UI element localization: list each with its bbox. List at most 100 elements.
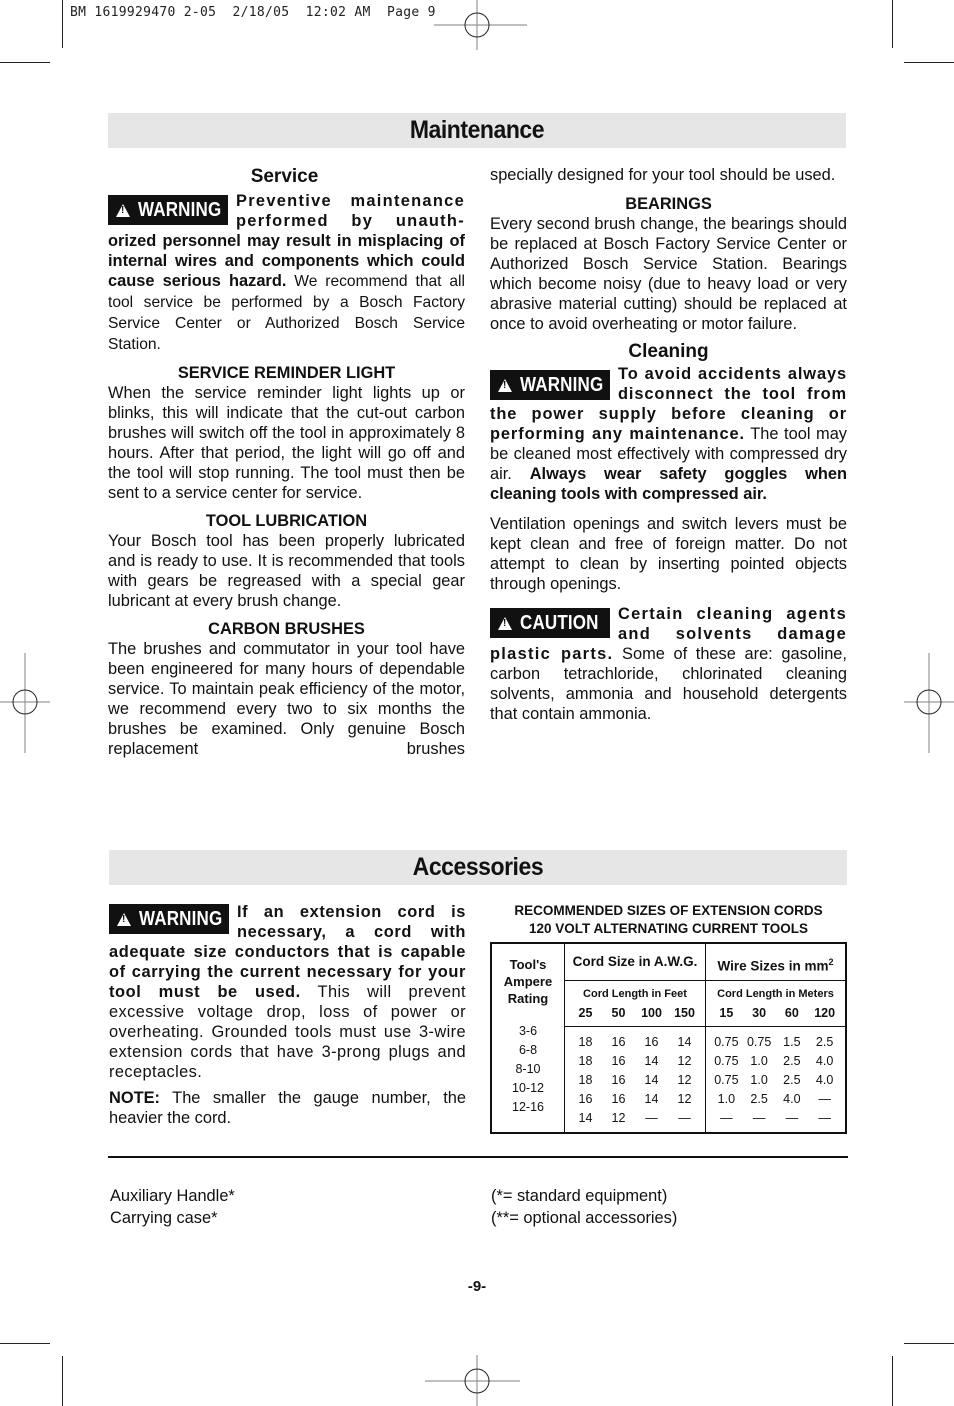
mm-cell: 4.0 — [815, 1073, 834, 1087]
mm-cell: 1.5 — [783, 1035, 801, 1049]
awg-cell: 16 — [611, 1035, 626, 1049]
length-header-cell: 100 — [641, 1006, 662, 1020]
mm-cell: 2.5 — [783, 1073, 801, 1087]
warning-text: Preventive maintenance performed by unau… — [236, 192, 465, 230]
mm-cell: 4.0 — [783, 1092, 801, 1106]
mm-column: Wire Sizes in mm2 Cord Length in Meters … — [706, 943, 847, 1133]
awg-cell: 14 — [644, 1054, 659, 1068]
table-row: 0.75 1.0 2.5 4.0 — [706, 1071, 845, 1090]
note-label: NOTE: — [109, 1089, 160, 1107]
trim-mark — [892, 1356, 893, 1406]
sub-header: Cord Length in Meters — [717, 988, 834, 1000]
length-header-cell: 25 — [578, 1006, 593, 1020]
section-title: Accessories — [412, 853, 544, 881]
mm-cell: — — [818, 1111, 831, 1125]
mm-cell: — — [752, 1111, 766, 1125]
mm-cell: 4.0 — [815, 1054, 834, 1068]
warning-label: WARNING — [108, 195, 228, 225]
ampere-rating-cell: 8-10 — [515, 1062, 541, 1076]
registration-mark-icon — [425, 1355, 520, 1406]
awg-cell: 14 — [677, 1035, 692, 1049]
trim-mark — [62, 0, 63, 48]
service-warning-paragraph: WARNING Preventive maintenance performed… — [108, 191, 465, 355]
divider — [108, 1156, 848, 1158]
caution-label: CAUTION — [490, 608, 610, 638]
awg-cell: 12 — [677, 1073, 692, 1087]
mm-cell: 0.75 — [714, 1073, 739, 1087]
mm-cell: 0.75 — [746, 1035, 772, 1049]
trim-mark — [0, 1343, 50, 1344]
ampere-rating-cell: 12-16 — [512, 1100, 544, 1114]
sub-header: Cord Length in Feet — [583, 988, 687, 1000]
section-title: Maintenance — [409, 116, 545, 144]
tool-lubrication-heading: TOOL LUBRICATION — [205, 512, 368, 530]
extension-cord-table-title: RECOMMENDED SIZES OF EXTENSION CORDS 120… — [490, 902, 847, 938]
table-row: 0.75 1.0 2.5 4.0 — [706, 1052, 845, 1071]
legend-item: (*= standard equipment) — [491, 1187, 668, 1205]
table-row: 18 16 14 12 — [565, 1052, 705, 1071]
length-header-cell: 150 — [674, 1006, 695, 1020]
page-number: -9- — [467, 1278, 487, 1295]
awg-cell: 16 — [611, 1073, 626, 1087]
section-header-maintenance: Maintenance — [108, 113, 846, 148]
warning-triangle-icon — [116, 203, 130, 217]
trim-mark — [904, 1343, 954, 1344]
awg-cell: 14 — [644, 1092, 659, 1106]
extension-cord-warning-paragraph: WARNING If an extension cord is necessar… — [109, 902, 466, 1082]
awg-cell: 14 — [644, 1073, 659, 1087]
table-row: 16 16 14 12 — [565, 1090, 705, 1109]
ampere-rating-cell: 3-6 — [518, 1024, 538, 1038]
maintenance-left-column: Service WARNING Preventive maintenance p… — [108, 165, 465, 759]
column-header: Wire Sizes in mm2 — [706, 944, 845, 981]
awg-cell: 16 — [578, 1092, 593, 1106]
tool-lubrication-body: Your Bosch tool has been properly lubric… — [108, 532, 465, 610]
table-title-line: 120 VOLT ALTERNATING CURRENT TOOLS — [528, 921, 808, 936]
warning-label: WARNING — [490, 370, 610, 400]
mm-cell: — — [818, 1092, 831, 1106]
trim-mark — [0, 62, 50, 63]
accessories-left-column: WARNING If an extension cord is necessar… — [109, 902, 466, 1128]
service-reminder-heading: SERVICE REMINDER LIGHT — [177, 364, 396, 382]
mm-cell: — — [785, 1111, 799, 1125]
warning-triangle-icon — [498, 616, 512, 630]
mm-cell: 1.0 — [750, 1054, 768, 1068]
table-row: 18 16 14 12 — [565, 1071, 705, 1090]
length-header-cell: 60 — [784, 1006, 799, 1020]
carbon-brushes-body: The brushes and commutator in your tool … — [108, 640, 465, 758]
mm-cell: 0.75 — [714, 1054, 739, 1068]
trim-mark — [62, 1356, 63, 1406]
awg-cell: 12 — [611, 1111, 626, 1125]
ampere-rating-column: Tool's Ampere Rating 3-6 6-8 8-10 10-12 12-1… — [491, 943, 565, 1133]
registration-mark-icon — [434, 0, 527, 50]
warning-triangle-icon — [117, 912, 131, 926]
warning-text: Always wear safety goggles when cleaning… — [490, 465, 847, 503]
length-header-row: 15 30 60 120 — [706, 1006, 845, 1020]
bearings-heading: BEARINGS — [625, 195, 712, 213]
registration-mark-icon — [0, 653, 50, 753]
maintenance-right-column: specially designed for your tool should … — [490, 165, 847, 724]
warning-triangle-icon — [498, 378, 512, 392]
cleaning-warning-paragraph: WARNING To avoid accidents always discon… — [490, 364, 847, 504]
accessory-item: Auxiliary Handle* — [110, 1187, 235, 1205]
legend-item: (**= optional accessories) — [491, 1209, 678, 1227]
awg-cell: 18 — [578, 1054, 593, 1068]
column-header: Tool's Ampere Rating — [503, 957, 553, 1006]
note-text: The smaller the gauge number, the heavie… — [109, 1089, 466, 1127]
length-header-cell: 15 — [719, 1006, 734, 1020]
extension-cord-table: Tool's Ampere Rating 3-6 6-8 8-10 10-12 12-1… — [490, 942, 847, 1134]
section-header-accessories: Accessories — [109, 850, 847, 885]
trim-mark — [904, 62, 954, 63]
table-row: 1.0 2.5 4.0 — — [706, 1090, 845, 1109]
table-row: 18 16 16 14 — [565, 1033, 705, 1052]
printer-slug: BM 1619929470 2-05 2/18/05 12:02 AM Page… — [70, 5, 436, 20]
carbon-brushes-heading: CARBON BRUSHES — [208, 620, 365, 638]
length-header-row: 25 50 100 150 — [565, 1006, 705, 1020]
warning-label: WARNING — [109, 904, 229, 934]
mm-cell: 1.0 — [717, 1092, 736, 1106]
column-header: Cord Size in A.W.G. — [565, 944, 705, 981]
cleaning-heading: Cleaning — [628, 341, 709, 362]
mm-cell: 0.75 — [714, 1035, 739, 1049]
service-reminder-body: When the service reminder light lights u… — [108, 384, 465, 502]
accessory-legend: (*= standard equipment) (**= optional ac… — [491, 1185, 677, 1229]
mm-cell: 2.5 — [815, 1035, 834, 1049]
